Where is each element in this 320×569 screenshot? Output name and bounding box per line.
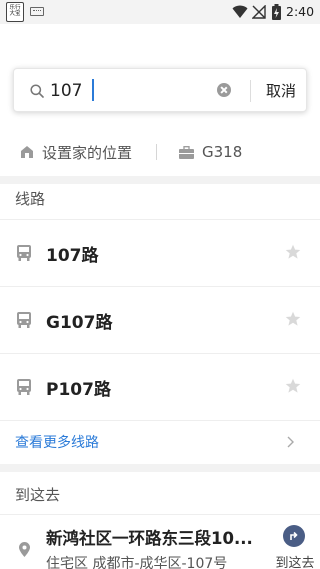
clear-icon[interactable] bbox=[217, 83, 231, 97]
route-name: G107路 bbox=[46, 313, 113, 333]
section-divider bbox=[0, 176, 320, 184]
star-icon[interactable] bbox=[285, 244, 301, 260]
cancel-button[interactable]: 取消 bbox=[254, 76, 308, 106]
set-work-label: G318 bbox=[202, 143, 243, 161]
search-icon bbox=[30, 84, 44, 98]
home-icon bbox=[21, 146, 33, 158]
wifi-icon bbox=[232, 5, 248, 18]
bus-icon bbox=[17, 245, 31, 261]
route-item[interactable]: 107路 bbox=[0, 220, 320, 286]
divider bbox=[0, 420, 320, 421]
route-item[interactable]: P107路 bbox=[0, 354, 320, 420]
app-notification-icon: 乐行 大宝 bbox=[6, 2, 24, 22]
go-here-label: 到这去 bbox=[275, 556, 315, 569]
status-time: 2:40 bbox=[286, 4, 315, 19]
briefcase-icon bbox=[179, 145, 194, 159]
set-home-button[interactable]: 设置家的位置 bbox=[20, 138, 132, 166]
more-routes-link[interactable]: 查看更多线路 bbox=[0, 424, 320, 460]
route-name: 107路 bbox=[46, 246, 99, 266]
destination-subtitle: 住宅区 成都市-成华区-107号 bbox=[46, 556, 228, 569]
navigate-icon bbox=[283, 525, 305, 547]
star-icon[interactable] bbox=[285, 378, 301, 394]
route-item[interactable]: G107路 bbox=[0, 287, 320, 353]
battery-charging-icon bbox=[272, 4, 281, 20]
route-name: P107路 bbox=[46, 380, 111, 400]
routes-section-title: 线路 bbox=[15, 190, 46, 208]
go-here-button[interactable]: 到这去 bbox=[274, 525, 316, 569]
search-input[interactable] bbox=[50, 76, 220, 106]
keyboard-icon bbox=[30, 7, 44, 16]
star-icon[interactable] bbox=[285, 311, 301, 327]
shortcut-separator bbox=[156, 144, 157, 160]
destination-title: 新鸿社区一环路东三段10... bbox=[46, 529, 253, 548]
no-signal-icon bbox=[252, 5, 266, 19]
search-bar: 取消 bbox=[13, 68, 307, 112]
destination-section-title: 到这去 bbox=[15, 486, 61, 504]
destination-item[interactable]: 新鸿社区一环路东三段10... 住宅区 成都市-成华区-107号 到这去 bbox=[0, 515, 320, 569]
bus-icon bbox=[17, 312, 31, 328]
bus-icon bbox=[17, 379, 31, 395]
set-home-label: 设置家的位置 bbox=[42, 143, 133, 162]
section-divider bbox=[0, 464, 320, 472]
chevron-right-icon bbox=[287, 436, 294, 448]
text-caret bbox=[92, 79, 94, 101]
location-pin-icon bbox=[19, 542, 30, 557]
search-divider bbox=[250, 80, 251, 102]
set-work-button[interactable]: G318 bbox=[179, 138, 242, 166]
status-bar: 乐行 大宝 2:40 bbox=[0, 0, 320, 24]
more-routes-label: 查看更多线路 bbox=[15, 435, 99, 451]
